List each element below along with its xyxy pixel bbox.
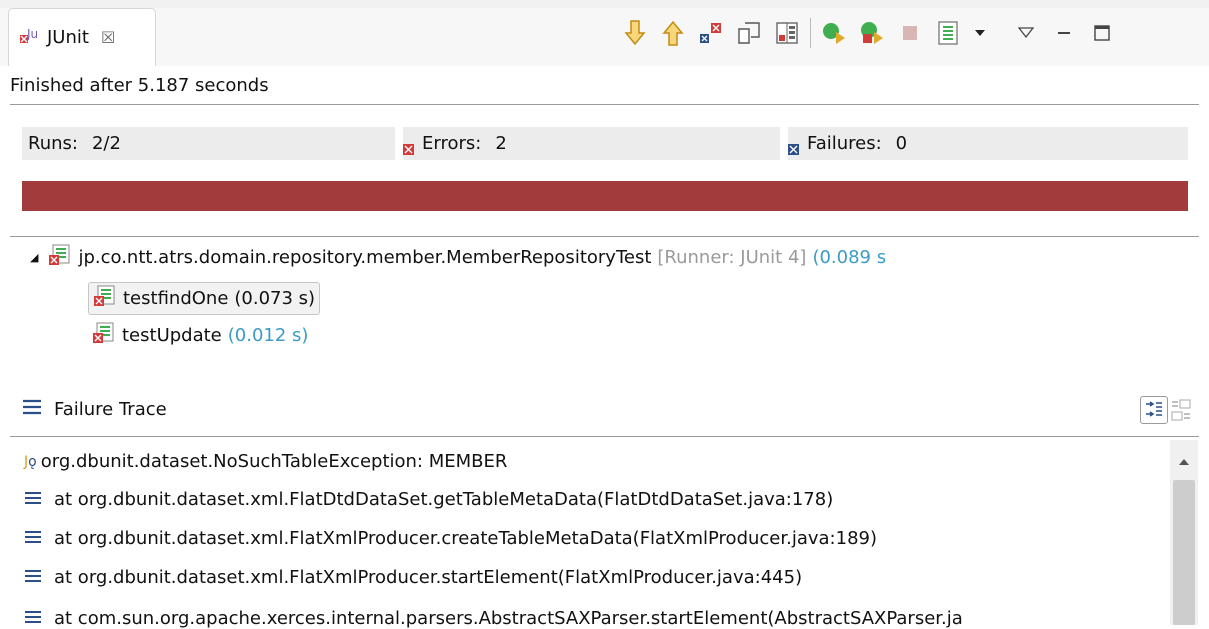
- test-suite-error-icon: [48, 244, 70, 271]
- errors-value: 2: [495, 133, 507, 154]
- show-skipped-icon[interactable]: [772, 18, 802, 48]
- test-error-icon: [93, 285, 115, 312]
- runs-value: 2/2: [91, 133, 121, 154]
- test-case-time: (0.012 s): [227, 325, 309, 346]
- top-strip: [0, 0, 1209, 8]
- trace-line[interactable]: at org.dbunit.dataset.xml.FlatXmlProduce…: [24, 528, 877, 549]
- collapse-arrow-icon[interactable]: ◢: [30, 251, 38, 264]
- previous-failure-icon[interactable]: [658, 18, 688, 48]
- trace-line-text: org.dbunit.dataset.NoSuchTableException:…: [40, 451, 508, 472]
- stack-frame-icon: [24, 489, 42, 510]
- failure-trace-header: Failure Trace: [22, 399, 167, 420]
- test-suite-row[interactable]: ◢ jp.co.ntt.atrs.domain.repository.membe…: [30, 244, 886, 271]
- trace-line-text: at org.dbunit.dataset.xml.FlatXmlProduce…: [54, 528, 877, 549]
- next-failure-icon[interactable]: [620, 18, 650, 48]
- failure-trace-title: Failure Trace: [54, 399, 167, 420]
- filter-stack-trace-icon[interactable]: [1140, 396, 1168, 424]
- compare-result-icon[interactable]: [1170, 398, 1192, 422]
- scroll-lock-icon[interactable]: [734, 18, 764, 48]
- exception-icon: Jǫ: [24, 453, 37, 470]
- error-icon: [403, 139, 414, 155]
- maximize-icon[interactable]: [1087, 18, 1117, 48]
- trace-line[interactable]: at org.dbunit.dataset.xml.FlatDtdDataSet…: [24, 489, 833, 510]
- trace-scrollbar[interactable]: [1170, 440, 1198, 625]
- stack-frame-icon: [24, 608, 42, 629]
- test-case-name: testUpdate: [122, 325, 222, 346]
- trace-line-text: at org.dbunit.dataset.xml.FlatXmlProduce…: [54, 567, 803, 588]
- history-dropdown-icon[interactable]: [971, 18, 989, 48]
- tab-title: JUnit: [47, 27, 89, 48]
- test-case-selection[interactable]: testfindOne (0.073 s): [88, 282, 321, 315]
- test-suite-runner: [Runner: JUnit 4]: [657, 247, 807, 268]
- test-run-history-icon[interactable]: [933, 18, 963, 48]
- svg-text:Ju: Ju: [26, 27, 38, 41]
- stop-icon[interactable]: [895, 18, 925, 48]
- test-suite-time: (0.089 s: [812, 247, 887, 268]
- junit-toolbar: [620, 18, 1125, 48]
- progress-bar: [22, 181, 1188, 211]
- show-failures-only-icon[interactable]: [696, 18, 726, 48]
- failures-counter: Failures: 0: [788, 127, 1188, 160]
- junit-icon: Ju: [19, 24, 41, 51]
- stack-frame-icon: [24, 528, 42, 549]
- failures-value: 0: [895, 133, 908, 154]
- stack-frame-icon: [24, 567, 42, 588]
- minimize-icon[interactable]: [1049, 18, 1079, 48]
- status-divider: [10, 104, 1199, 105]
- trace-line[interactable]: at org.dbunit.dataset.xml.FlatXmlProduce…: [24, 567, 802, 588]
- close-tab-icon[interactable]: ☒: [101, 28, 115, 47]
- test-case-row[interactable]: testfindOne (0.073 s): [88, 282, 321, 315]
- test-case-time: (0.073 s): [234, 288, 316, 309]
- status-message: Finished after 5.187 seconds: [10, 75, 269, 96]
- errors-counter: Errors: 2: [403, 127, 780, 160]
- toolbar-separator: [810, 18, 811, 48]
- trace-line-text: at com.sun.org.apache.xerces.internal.pa…: [54, 608, 963, 629]
- trace-line-text: at org.dbunit.dataset.xml.FlatDtdDataSet…: [54, 489, 834, 510]
- trace-line[interactable]: at com.sun.org.apache.xerces.internal.pa…: [24, 608, 1180, 629]
- tree-divider: [10, 236, 1199, 237]
- scroll-up-arrow-icon[interactable]: [1179, 450, 1189, 471]
- scrollbar-thumb[interactable]: [1173, 480, 1195, 625]
- view-menu-icon[interactable]: [1011, 18, 1041, 48]
- trace-divider: [10, 436, 1199, 437]
- failures-label: Failures:: [807, 133, 882, 154]
- errors-label: Errors:: [422, 133, 482, 154]
- test-error-icon: [92, 322, 114, 349]
- runs-label: Runs:: [28, 133, 78, 154]
- failure-icon: [788, 139, 799, 155]
- rerun-failed-first-icon[interactable]: [857, 18, 887, 48]
- test-case-row[interactable]: testUpdate (0.012 s): [92, 322, 308, 349]
- stack-trace-icon: [22, 399, 42, 420]
- trace-exception-line[interactable]: Jǫ org.dbunit.dataset.NoSuchTableExcepti…: [24, 451, 507, 472]
- rerun-test-icon[interactable]: [819, 18, 849, 48]
- test-suite-name: jp.co.ntt.atrs.domain.repository.member.…: [78, 247, 652, 268]
- runs-counter: Runs: 2/2: [22, 127, 395, 160]
- junit-tab[interactable]: Ju JUnit ☒: [8, 8, 156, 66]
- test-case-name: testfindOne: [123, 288, 229, 309]
